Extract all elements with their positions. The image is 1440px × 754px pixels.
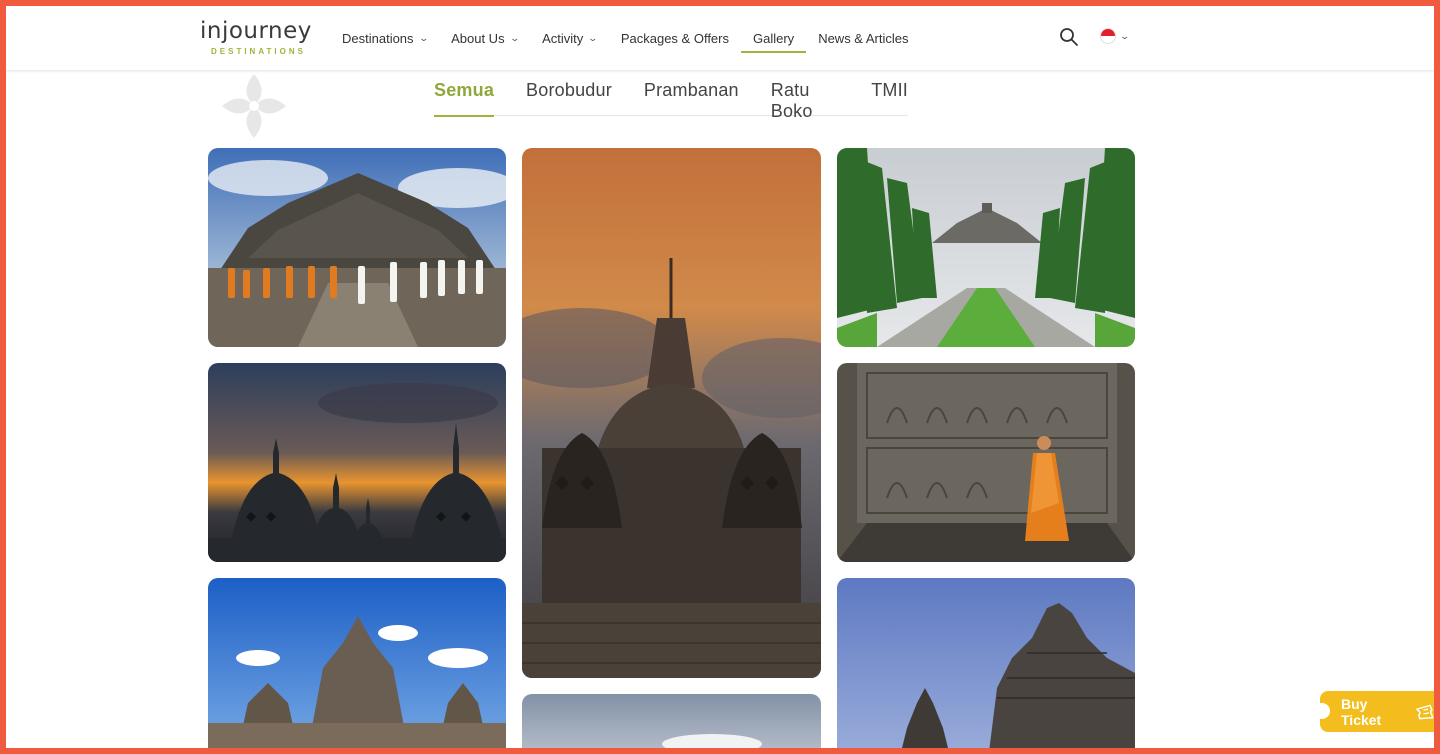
chevron-down-icon: ⌄: [418, 32, 429, 43]
tab-semua[interactable]: Semua: [434, 80, 495, 117]
nav-about-us[interactable]: About Us ⌄: [451, 6, 520, 70]
nav-activity-label: Activity: [542, 30, 584, 46]
gallery-photo-borobudur-stupa-sunset[interactable]: [522, 148, 821, 678]
flower-ornament-icon: [222, 74, 286, 138]
gallery-photo-borobudur-avenue[interactable]: [837, 148, 1135, 347]
indonesia-flag-icon: [1100, 28, 1116, 44]
chevron-down-icon: ⌄: [587, 32, 599, 43]
tab-tmii[interactable]: TMII: [871, 80, 908, 116]
tab-ratu-boko[interactable]: Ratu Boko: [771, 80, 839, 121]
gallery-photo-monk-relief-wall[interactable]: [837, 363, 1135, 562]
site-header: injourney DESTINATIONS Destinations ⌄ Ab…: [6, 6, 1434, 70]
nav-news-articles[interactable]: News & Articles: [818, 6, 908, 70]
ticket-icon: [1416, 704, 1434, 719]
chevron-down-icon: ⌄: [1119, 30, 1131, 41]
nav-destinations[interactable]: Destinations ⌄: [342, 6, 429, 70]
search-icon[interactable]: [1058, 26, 1080, 48]
logo-tagline: DESTINATIONS: [211, 47, 306, 56]
ticket-notch: [1314, 703, 1330, 719]
main-nav: Destinations ⌄ About Us ⌄ Activity ⌄ Pac…: [342, 6, 933, 70]
buy-ticket-button[interactable]: Buy Ticket: [1314, 691, 1434, 732]
nav-activity[interactable]: Activity ⌄: [542, 6, 599, 70]
nav-news-articles-label: News & Articles: [818, 30, 909, 46]
gallery-photo-stupas-sunset[interactable]: [208, 363, 506, 562]
chevron-down-icon: ⌄: [509, 32, 520, 43]
logo-wordmark: injourney: [200, 18, 312, 44]
gallery-photo-temple-blue-sky[interactable]: [208, 578, 506, 754]
tab-borobudur[interactable]: Borobudur: [526, 80, 612, 116]
nav-about-us-label: About Us: [451, 30, 505, 46]
nav-destinations-label: Destinations: [342, 30, 414, 46]
nav-gallery[interactable]: Gallery: [740, 6, 807, 70]
gallery-photo-borobudur-monks[interactable]: [208, 148, 506, 347]
language-selector[interactable]: ⌄: [1100, 28, 1131, 44]
gallery-photo-cloudy-sky[interactable]: [522, 694, 821, 754]
nav-packages-offers-label: Packages & Offers: [620, 30, 729, 46]
nav-gallery-label: Gallery: [753, 30, 795, 46]
gallery-tabs: Semua Borobudur Prambanan Ratu Boko TMII: [434, 80, 908, 121]
gallery-photo-prambanan-tower[interactable]: [837, 578, 1135, 754]
buy-ticket-label: Buy Ticket: [1341, 695, 1382, 728]
tab-prambanan[interactable]: Prambanan: [644, 80, 739, 116]
injourney-logo[interactable]: injourney DESTINATIONS: [200, 18, 312, 58]
nav-packages-offers[interactable]: Packages & Offers: [621, 6, 729, 70]
